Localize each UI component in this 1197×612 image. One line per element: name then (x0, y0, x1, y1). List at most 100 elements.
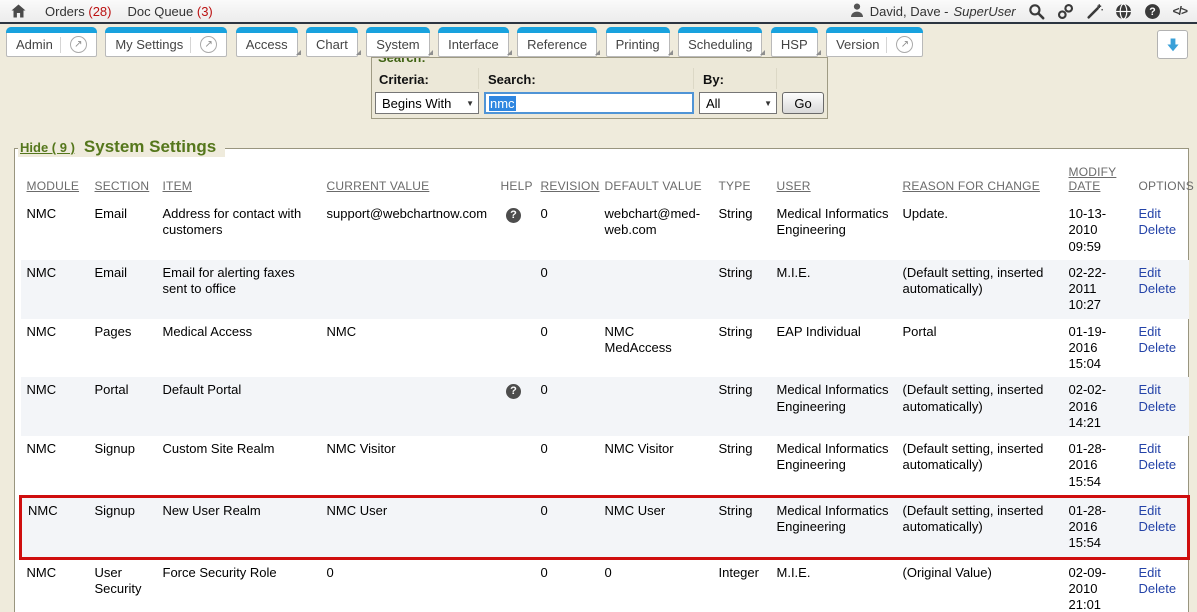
globe-icon[interactable] (1115, 3, 1132, 20)
help-icon[interactable]: ? (506, 384, 521, 399)
edit-link[interactable]: Edit (1139, 206, 1181, 222)
link-icon[interactable] (1057, 3, 1074, 20)
edit-link[interactable]: Edit (1139, 565, 1181, 581)
tab-interface[interactable]: Interface (438, 27, 509, 57)
table-header-row: MODULE SECTION ITEM CURRENT VALUE HELP R… (21, 161, 1189, 201)
cell-revision: 0 (535, 496, 599, 558)
cell-item: Custom Site Realm (157, 436, 321, 496)
delete-link[interactable]: Delete (1139, 581, 1181, 597)
external-link-icon[interactable]: ↗ (200, 36, 217, 53)
tab-admin[interactable]: Admin ↗ (6, 27, 97, 57)
search-icon[interactable] (1028, 3, 1045, 20)
tab-reference[interactable]: Reference (517, 27, 597, 57)
settings-table: MODULE SECTION ITEM CURRENT VALUE HELP R… (19, 161, 1190, 612)
delete-link[interactable]: Delete (1139, 399, 1181, 415)
cell-modify-date: 01-28-2016 15:54 (1063, 436, 1133, 496)
hide-link[interactable]: Hide ( 9 ) (20, 140, 75, 155)
cell-default-value: 0 (599, 558, 713, 612)
user-name: David, Dave - (870, 4, 949, 19)
tab-label: Reference (527, 37, 587, 52)
delete-link[interactable]: Delete (1139, 457, 1181, 473)
table-row: NMC Email Email for alerting faxes sent … (21, 260, 1189, 319)
doc-queue-link[interactable]: Doc Queue (3) (127, 4, 212, 19)
cell-current-value: NMC User (321, 496, 495, 558)
home-icon[interactable] (10, 3, 27, 19)
cell-type: String (713, 496, 771, 558)
current-user: David, Dave - SuperUser (849, 2, 1016, 21)
download-button[interactable] (1157, 30, 1188, 59)
go-button[interactable]: Go (782, 92, 824, 114)
delete-link[interactable]: Delete (1139, 340, 1181, 356)
dropdown-fold-icon (356, 50, 361, 55)
cell-reason: Update. (897, 201, 1063, 260)
col-help: HELP (495, 161, 535, 201)
cell-type: String (713, 377, 771, 436)
cell-module: NMC (21, 558, 89, 612)
dropdown-fold-icon (668, 50, 673, 55)
search-input[interactable]: nmc (484, 92, 694, 114)
orders-label: Orders (45, 4, 85, 19)
cell-type: String (713, 436, 771, 496)
cell-current-value: support@webchartnow.com (321, 201, 495, 260)
cell-modify-date: 02-22-2011 10:27 (1063, 260, 1133, 319)
delete-link[interactable]: Delete (1139, 222, 1181, 238)
wand-icon[interactable] (1086, 3, 1103, 20)
edit-link[interactable]: Edit (1139, 265, 1181, 281)
cell-default-value: NMC User (599, 496, 713, 558)
dropdown-fold-icon (816, 50, 821, 55)
page: Orders (28) Doc Queue (3) David, Dave - … (0, 0, 1197, 612)
edit-link[interactable]: Edit (1139, 382, 1181, 398)
help-icon[interactable]: ? (506, 208, 521, 223)
search-label: Search: (484, 68, 694, 89)
cell-reason: (Default setting, inserted automatically… (897, 377, 1063, 436)
col-reason[interactable]: REASON FOR CHANGE (897, 161, 1063, 201)
col-section[interactable]: SECTION (89, 161, 157, 201)
download-arrow-icon (1165, 36, 1181, 54)
col-item[interactable]: ITEM (157, 161, 321, 201)
tab-printing[interactable]: Printing (606, 27, 670, 57)
cell-reason: Portal (897, 319, 1063, 378)
by-select[interactable]: All▼ (699, 92, 777, 114)
user-role: SuperUser (954, 4, 1016, 19)
criteria-label: Criteria: (375, 68, 479, 89)
cell-module: NMC (21, 260, 89, 319)
criteria-select[interactable]: Begins With▼ (375, 92, 479, 114)
edit-link[interactable]: Edit (1139, 441, 1181, 457)
col-module[interactable]: MODULE (21, 161, 89, 201)
help-icon[interactable]: ? (1144, 3, 1161, 20)
tab-access[interactable]: Access (236, 27, 298, 57)
tab-label: Admin (16, 37, 53, 52)
cell-type: String (713, 201, 771, 260)
search-panel: Search: Criteria: Search: By: Begins Wit… (371, 57, 828, 119)
tab-system[interactable]: System (366, 27, 429, 57)
edit-link[interactable]: Edit (1139, 503, 1180, 519)
cell-default-value (599, 377, 713, 436)
cell-modify-date: 02-09-2010 21:01 (1063, 558, 1133, 612)
col-user[interactable]: USER (771, 161, 897, 201)
tab-my-settings[interactable]: My Settings↗ (105, 27, 227, 57)
table-row: NMC Signup Custom Site Realm NMC Visitor… (21, 436, 1189, 496)
table-row-highlighted: NMC Signup New User Realm NMC User 0 NMC… (21, 496, 1189, 558)
col-revision[interactable]: REVISION (535, 161, 599, 201)
code-icon[interactable]: </> (1173, 4, 1187, 18)
tab-version[interactable]: Version↗ (826, 27, 923, 57)
edit-link[interactable]: Edit (1139, 324, 1181, 340)
tab-scheduling[interactable]: Scheduling (678, 27, 762, 57)
cell-section: User Security (89, 558, 157, 612)
topbar: Orders (28) Doc Queue (3) David, Dave - … (0, 0, 1197, 24)
delete-link[interactable]: Delete (1139, 519, 1180, 535)
col-modify-date[interactable]: MODIFY DATE (1063, 161, 1133, 201)
external-link-icon[interactable]: ↗ (896, 36, 913, 53)
search-input-value: nmc (489, 96, 516, 111)
tab-hsp[interactable]: HSP (771, 27, 818, 57)
orders-link[interactable]: Orders (28) (45, 4, 111, 19)
tab-label: HSP (781, 37, 808, 52)
external-link-icon[interactable]: ↗ (70, 36, 87, 53)
tab-divider (60, 37, 61, 53)
cell-item: Email for alerting faxes sent to office (157, 260, 321, 319)
tab-chart[interactable]: Chart (306, 27, 358, 57)
tab-divider (190, 37, 191, 53)
col-current-value[interactable]: CURRENT VALUE (321, 161, 495, 201)
cell-type: Integer (713, 558, 771, 612)
delete-link[interactable]: Delete (1139, 281, 1181, 297)
